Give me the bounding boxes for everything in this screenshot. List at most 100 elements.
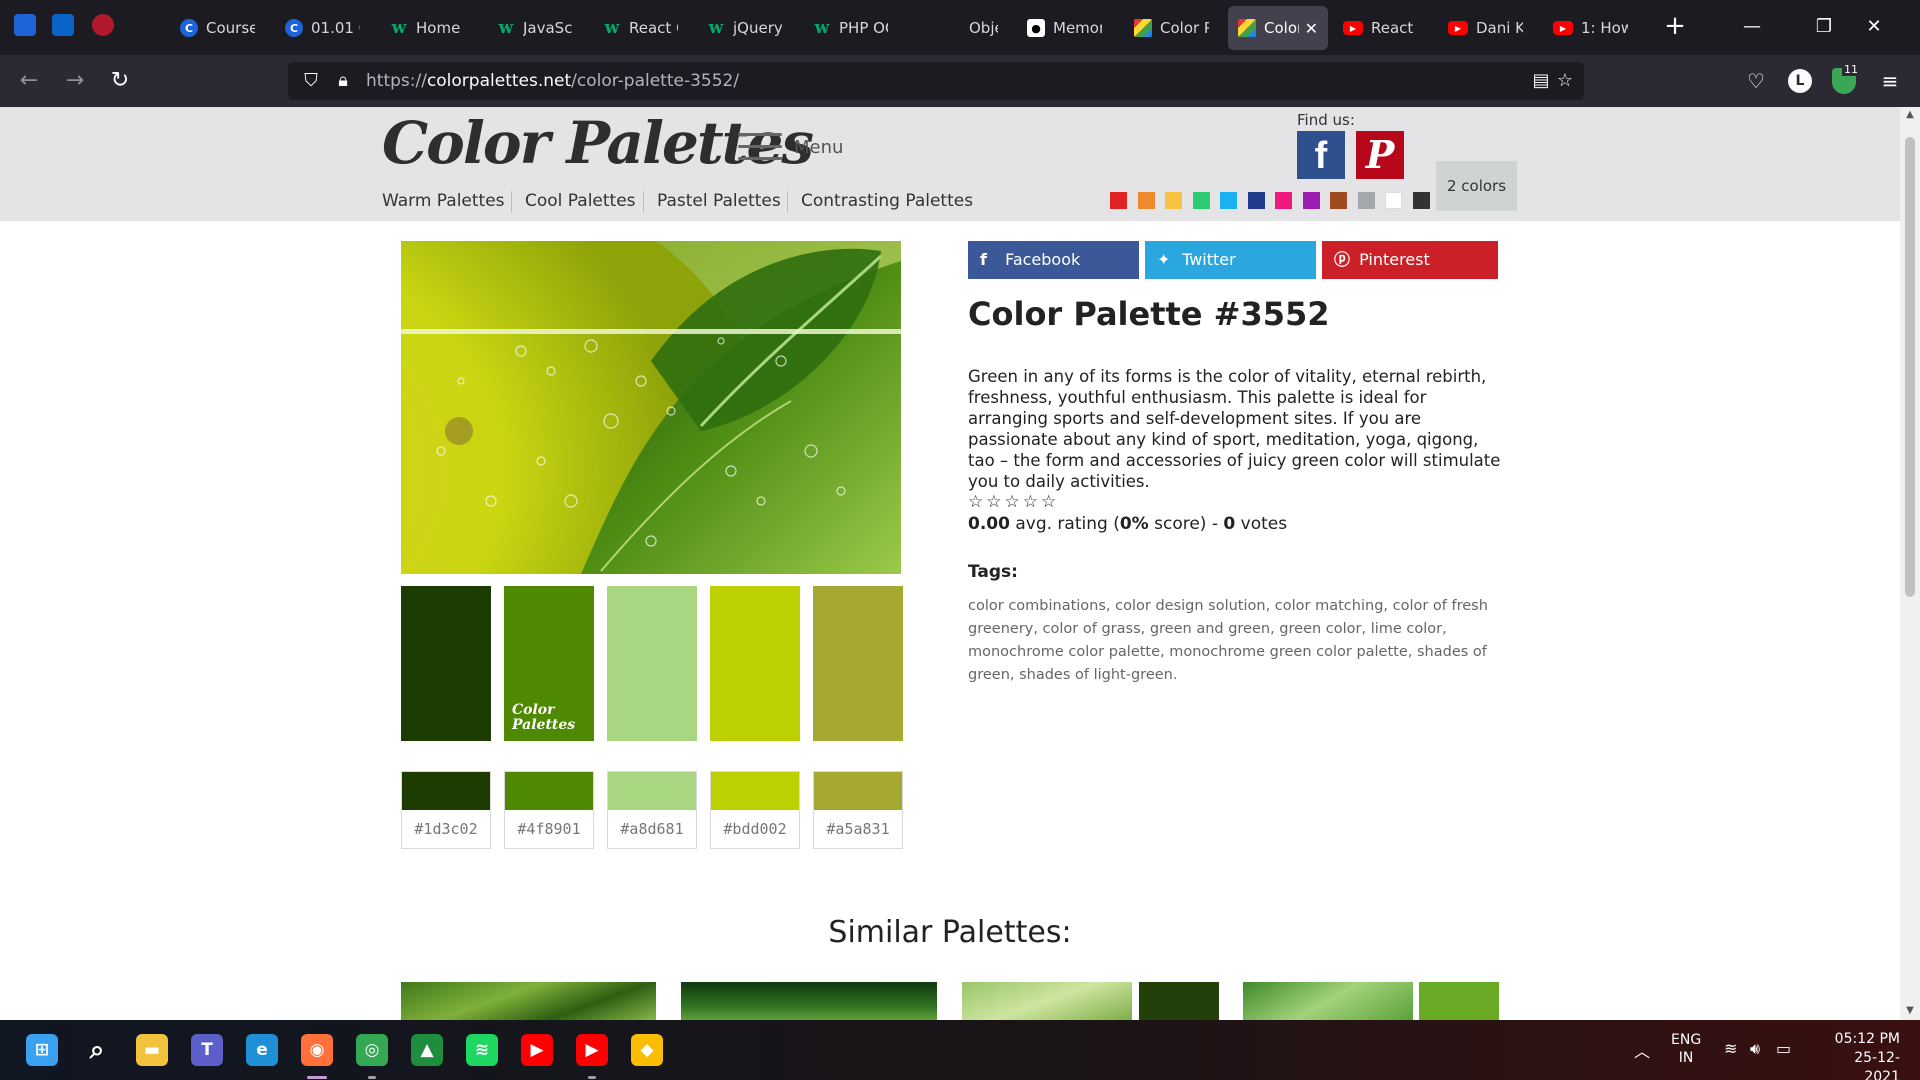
color-filter-swatch[interactable] [1385, 192, 1402, 209]
palette-swatch[interactable] [401, 586, 491, 741]
pinterest-icon[interactable]: P [1356, 131, 1404, 179]
color-filter-swatch[interactable] [1220, 192, 1237, 209]
hex-chip[interactable]: #4f8901 [504, 771, 594, 849]
color-filter-swatch[interactable] [1275, 192, 1292, 209]
close-tab-icon[interactable]: ✕ [1305, 19, 1318, 38]
palette-swatch[interactable] [710, 586, 800, 741]
browser-tab[interactable]: ▶ React N [1333, 6, 1428, 50]
hex-chip[interactable]: #bdd002 [710, 771, 800, 849]
hex-code[interactable]: #1d3c02 [402, 810, 490, 848]
show-hidden-icons-icon[interactable]: ︿ [1634, 1038, 1650, 1062]
chrome-icon[interactable]: ◎ [356, 1034, 388, 1066]
recorder-icon[interactable] [92, 14, 114, 36]
browser-tab[interactable]: w JavaScri [487, 6, 582, 50]
browser-tab[interactable]: w PHP OO [803, 6, 898, 50]
browser-tab[interactable]: w React C [593, 6, 688, 50]
palette-swatch[interactable] [813, 586, 903, 741]
color-filter-swatch[interactable] [1192, 192, 1210, 209]
color-filter-swatch[interactable] [1247, 192, 1265, 209]
forward-icon[interactable]: → [60, 66, 90, 96]
tags-list[interactable]: color combinations, color design solutio… [968, 595, 1503, 687]
similar-palette-image[interactable] [1243, 982, 1413, 1020]
scroll-up-icon[interactable]: ▲ [1902, 107, 1918, 123]
rating-stars[interactable]: ☆☆☆☆☆ [968, 492, 1059, 512]
browser-tab[interactable]: ▶ 1: How [1543, 6, 1638, 50]
similar-palette-image[interactable] [401, 982, 656, 1020]
clock[interactable]: 05:12 PM 25-12-2021 [1820, 1030, 1900, 1080]
reader-view-icon[interactable]: ▤ [1530, 70, 1552, 92]
outlook-icon[interactable] [52, 14, 74, 36]
browser-tab[interactable]: C 01.01 Co [275, 6, 370, 50]
scrollbar-thumb[interactable] [1905, 137, 1915, 597]
color-filter-swatch[interactable] [1330, 192, 1347, 209]
hex-code[interactable]: #bdd002 [711, 810, 799, 848]
hex-code[interactable]: #a5a831 [814, 810, 902, 848]
browser-tab[interactable]: ▶ Dani Kr [1438, 6, 1533, 50]
color-filter-swatch[interactable] [1302, 192, 1320, 209]
nav-contrasting-palettes[interactable]: Contrasting Palettes [801, 191, 973, 211]
scroll-down-icon[interactable]: ▼ [1902, 1003, 1918, 1019]
wifi-icon[interactable]: ≋ [1724, 1039, 1737, 1058]
volume-icon[interactable]: 🔊︎ [1750, 1039, 1760, 1059]
language-indicator[interactable]: ENG IN [1671, 1031, 1701, 1067]
two-colors-filter[interactable]: 2 colors [1436, 161, 1517, 211]
firefox-icon[interactable]: ◉ [301, 1034, 333, 1066]
lock-icon[interactable]: 🔒︎ [332, 70, 354, 92]
youtube-icon[interactable]: ▶ [576, 1034, 608, 1066]
similar-palette-swatch[interactable] [1419, 982, 1499, 1020]
facebook-icon[interactable]: f [1297, 131, 1345, 179]
similar-palette-swatch[interactable] [1139, 982, 1219, 1020]
similar-palette-image[interactable] [681, 982, 937, 1020]
menu-label[interactable]: Menu [794, 137, 843, 158]
search-icon[interactable]: ⌕ [81, 1034, 113, 1066]
pocket-icon[interactable]: ♡ [1742, 67, 1770, 95]
extension-icon[interactable] [14, 14, 36, 36]
hex-code[interactable]: #a8d681 [608, 810, 696, 848]
browser-tab[interactable]: w jQuery E [697, 6, 792, 50]
color-filter-swatch[interactable] [1357, 192, 1375, 209]
browser-tab[interactable]: Color Pa [1124, 6, 1219, 50]
browser-tab[interactable]: ● Memory [1017, 6, 1112, 50]
minimize-icon[interactable]: — [1732, 12, 1772, 42]
account-avatar[interactable]: L [1788, 69, 1812, 93]
share-pinterest-button[interactable]: ⓟ Pinterest [1322, 241, 1498, 279]
menu-hamburger-icon[interactable] [738, 133, 782, 163]
hex-chip[interactable]: #a8d681 [607, 771, 697, 849]
edge-icon[interactable]: e [246, 1034, 278, 1066]
keep-icon[interactable]: ◆ [631, 1034, 663, 1066]
page-scrollbar[interactable]: ▲ ▼ [1900, 107, 1920, 1020]
hex-code[interactable]: #4f8901 [505, 810, 593, 848]
hex-chip[interactable]: #a5a831 [813, 771, 903, 849]
color-filter-swatch[interactable] [1110, 192, 1127, 209]
url-text[interactable]: https://colorpalettes.net/color-palette-… [366, 71, 739, 91]
color-filter-swatch[interactable] [1165, 192, 1182, 209]
back-icon[interactable]: ← [14, 66, 44, 96]
browser-tab[interactable]: Color ✕ [1228, 6, 1328, 50]
close-window-icon[interactable]: ✕ [1854, 12, 1894, 42]
nav-pastel-palettes[interactable]: Pastel Palettes [657, 191, 781, 211]
color-filter-swatch[interactable] [1412, 192, 1430, 209]
youtube-music-icon[interactable]: ▶ [521, 1034, 553, 1066]
battery-icon[interactable]: ▭ [1776, 1039, 1791, 1058]
similar-palette-image[interactable] [962, 982, 1132, 1020]
palette-swatch[interactable] [607, 586, 697, 741]
browser-tab[interactable]: C Coursera [170, 6, 265, 50]
browser-tab[interactable]: w Home | [380, 6, 475, 50]
palette-swatch[interactable]: Color Palettes [504, 586, 594, 741]
nav-warm-palettes[interactable]: Warm Palettes [382, 191, 505, 211]
bookmark-star-icon[interactable]: ☆ [1554, 70, 1576, 92]
nav-cool-palettes[interactable]: Cool Palettes [525, 191, 636, 211]
reload-icon[interactable]: ↻ [105, 66, 135, 96]
tracking-shield-icon[interactable]: ⛉ [300, 70, 322, 92]
address-bar[interactable]: ⛉ 🔒︎ https://colorpalettes.net/color-pal… [288, 62, 1584, 100]
share-twitter-button[interactable]: ✦ Twitter [1145, 241, 1316, 279]
share-facebook-button[interactable]: f Facebook [968, 241, 1139, 279]
google-drive-icon[interactable]: ▲ [411, 1034, 443, 1066]
spotify-icon[interactable]: ≋ [466, 1034, 498, 1066]
file-explorer-icon[interactable]: ▬ [136, 1034, 168, 1066]
windows-start-icon[interactable]: ⊞ [26, 1034, 58, 1066]
teams-icon[interactable]: T [191, 1034, 223, 1066]
browser-tab[interactable]: Objects [933, 6, 1008, 50]
color-filter-swatch[interactable] [1137, 192, 1155, 209]
hex-chip[interactable]: #1d3c02 [401, 771, 491, 849]
